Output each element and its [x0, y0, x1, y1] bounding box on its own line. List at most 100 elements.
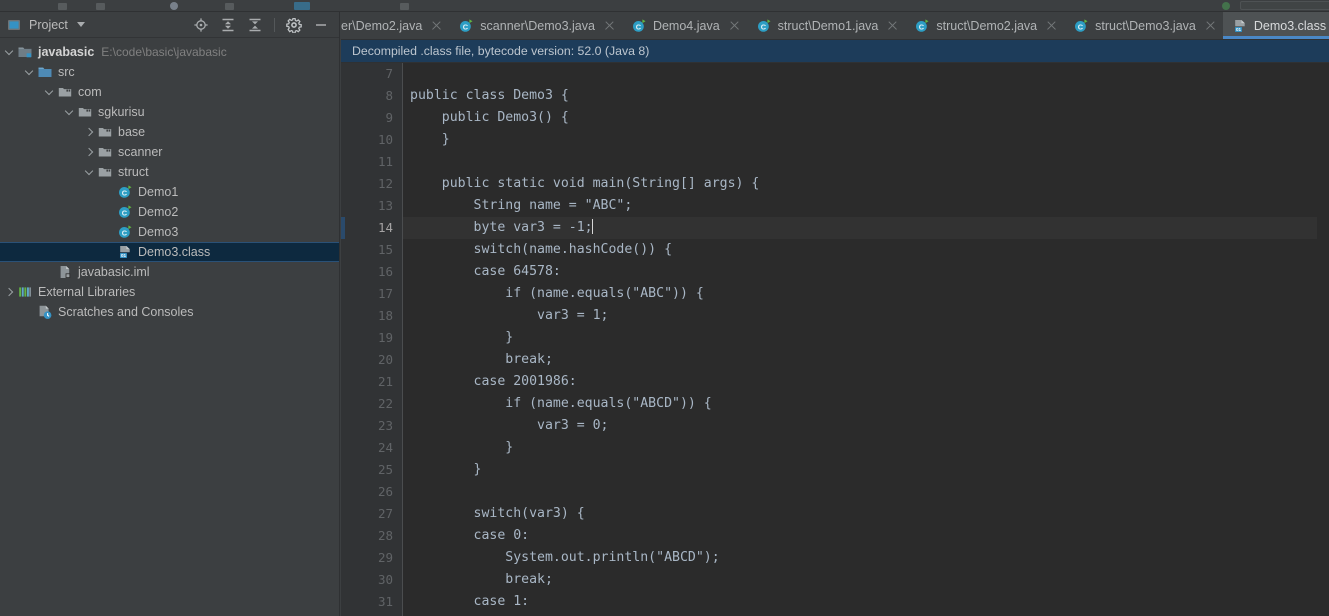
- project-tree[interactable]: javabasic E:\code\basic\javabasic src com sg…: [0, 38, 339, 322]
- code-line[interactable]: byte var3 = -1;: [403, 217, 1329, 239]
- editor-tab-er-demo2-java[interactable]: er\Demo2.java: [341, 12, 449, 39]
- tree-item-javabasic-iml[interactable]: javabasic.iml: [0, 262, 339, 282]
- close-icon[interactable]: [604, 20, 615, 31]
- chevron-right-icon[interactable]: [4, 286, 17, 299]
- editor-tab-struct-demo1-java[interactable]: Cstruct\Demo1.java: [747, 12, 906, 39]
- editor-tab-demo3-class[interactable]: 01 Demo3.class: [1222, 12, 1329, 39]
- code-line[interactable]: var3 = 1;: [403, 305, 1329, 327]
- scratches-icon: [39, 305, 52, 319]
- code-line[interactable]: case 0:: [403, 525, 1329, 547]
- code-line[interactable]: if (name.equals("ABCD")) {: [403, 393, 1329, 415]
- gear-icon[interactable]: [286, 17, 302, 33]
- editor-tab-bar[interactable]: er\Demo2.java Cscanner\Demo3.java C Demo4.j…: [341, 12, 1329, 40]
- project-panel-header: Project: [0, 12, 339, 38]
- editor-scrollbar[interactable]: [1317, 63, 1329, 616]
- tree-item-javabasic[interactable]: javabasic E:\code\basic\javabasic: [0, 42, 339, 62]
- tree-item-scratches-and-consoles[interactable]: Scratches and Consoles: [0, 302, 339, 322]
- toolbar-icon-ghost[interactable]: [96, 3, 105, 10]
- collapse-all-icon[interactable]: [247, 17, 263, 33]
- toolbar-icon-ghost[interactable]: [170, 2, 178, 10]
- line-number: 9: [385, 110, 393, 125]
- locate-icon[interactable]: [193, 17, 209, 33]
- tree-item-struct[interactable]: struct: [0, 162, 339, 182]
- close-icon[interactable]: [729, 20, 740, 31]
- chevron-down-icon[interactable]: [76, 22, 85, 27]
- code-line[interactable]: break;: [403, 569, 1329, 591]
- tree-item-sgkurisu[interactable]: sgkurisu: [0, 102, 339, 122]
- code-line[interactable]: switch(var3) {: [403, 503, 1329, 525]
- code-line[interactable]: public Demo3() {: [403, 107, 1329, 129]
- editor-tab-scanner-demo3-java[interactable]: Cscanner\Demo3.java: [449, 12, 622, 39]
- tree-item-scanner[interactable]: scanner: [0, 142, 339, 162]
- chevron-down-icon[interactable]: [24, 66, 37, 79]
- line-number-gutter[interactable]: 7 8 9 10 11 12 13 14 15 16 17 18 19 20 21 22 23 24 25 26 27 2…: [341, 63, 403, 616]
- tree-item-label: base: [118, 125, 146, 139]
- close-icon[interactable]: [1205, 20, 1216, 31]
- java-class-icon: C: [757, 18, 771, 32]
- code-line[interactable]: [403, 151, 1329, 173]
- code-line[interactable]: String name = "ABC";: [403, 195, 1329, 217]
- close-icon[interactable]: [887, 20, 898, 31]
- chevron-right-icon[interactable]: [84, 146, 97, 159]
- code-line[interactable]: }: [403, 129, 1329, 151]
- toolbar-icon-ghost[interactable]: [58, 3, 67, 10]
- line-number: 29: [377, 550, 393, 565]
- code-line[interactable]: case 64578:: [403, 261, 1329, 283]
- package-icon: [97, 124, 113, 140]
- libraries-icon: [19, 287, 31, 297]
- tree-item-src[interactable]: src: [0, 62, 339, 82]
- code-line[interactable]: public class Demo3 {: [403, 85, 1329, 107]
- package-icon: [97, 164, 113, 180]
- tree-item-external-libraries[interactable]: External Libraries: [0, 282, 339, 302]
- line-number: 8: [385, 88, 393, 103]
- svg-text:C: C: [122, 208, 128, 217]
- code-line[interactable]: [403, 63, 1329, 85]
- code-line[interactable]: }: [403, 459, 1329, 481]
- code-line[interactable]: switch(name.hashCode()) {: [403, 239, 1329, 261]
- project-view-selector[interactable]: Project: [6, 17, 85, 33]
- expand-all-icon[interactable]: [220, 17, 236, 33]
- code-line-text: System.out.println("ABCD");: [410, 550, 720, 565]
- code-line[interactable]: if (name.equals("ABC")) {: [403, 283, 1329, 305]
- tree-item-demo1[interactable]: C Demo1: [0, 182, 339, 202]
- chevron-down-icon[interactable]: [44, 86, 57, 99]
- close-icon[interactable]: [431, 20, 442, 31]
- minimize-icon[interactable]: [313, 17, 329, 33]
- line-number: 11: [377, 154, 393, 169]
- code-line[interactable]: case 2001986:: [403, 371, 1329, 393]
- line-number: 27: [377, 506, 393, 521]
- code-content[interactable]: public class Demo3 { public Demo3() { } …: [403, 63, 1329, 616]
- tree-item-label: javabasic.iml: [78, 265, 150, 279]
- chevron-down-icon[interactable]: [84, 166, 97, 179]
- tree-item-demo3[interactable]: C Demo3: [0, 222, 339, 242]
- editor-tab-struct-demo3-java[interactable]: Cstruct\Demo3.java: [1064, 12, 1223, 39]
- code-line[interactable]: System.out.println("ABCD");: [403, 547, 1329, 569]
- project-panel-title: Project: [29, 17, 68, 32]
- editor-tab-demo4-java[interactable]: C Demo4.java: [622, 12, 747, 39]
- tree-item-base[interactable]: base: [0, 122, 339, 142]
- compiled-class-icon: 01: [1234, 19, 1245, 32]
- code-line[interactable]: }: [403, 327, 1329, 349]
- tree-item-label: Demo3: [138, 225, 179, 239]
- chevron-down-icon[interactable]: [64, 106, 77, 119]
- editor-tab-struct-demo2-java[interactable]: Cstruct\Demo2.java: [905, 12, 1064, 39]
- code-line[interactable]: break;: [403, 349, 1329, 371]
- editor-tab-label: er\Demo2.java: [341, 18, 423, 33]
- toolbar-icon-ghost[interactable]: [225, 3, 234, 10]
- toolbar-icon-ghost[interactable]: [400, 3, 409, 10]
- chevron-down-icon[interactable]: [4, 46, 17, 59]
- tree-item-com[interactable]: com: [0, 82, 339, 102]
- chevron-right-icon[interactable]: [84, 126, 97, 139]
- toolbar-icon-ghost[interactable]: [294, 2, 310, 10]
- tree-item-demo2[interactable]: C Demo2: [0, 202, 339, 222]
- code-line[interactable]: public static void main(String[] args) {: [403, 173, 1329, 195]
- close-icon[interactable]: [1046, 20, 1057, 31]
- run-config-selector-ghost[interactable]: [1240, 1, 1329, 10]
- code-line[interactable]: }: [403, 437, 1329, 459]
- run-icon-ghost[interactable]: [1222, 2, 1230, 10]
- code-line[interactable]: var3 = 0;: [403, 415, 1329, 437]
- tree-item-demo3-class[interactable]: 01 Demo3.class: [0, 242, 339, 262]
- code-line[interactable]: case 1:: [403, 591, 1329, 613]
- code-line[interactable]: [403, 481, 1329, 503]
